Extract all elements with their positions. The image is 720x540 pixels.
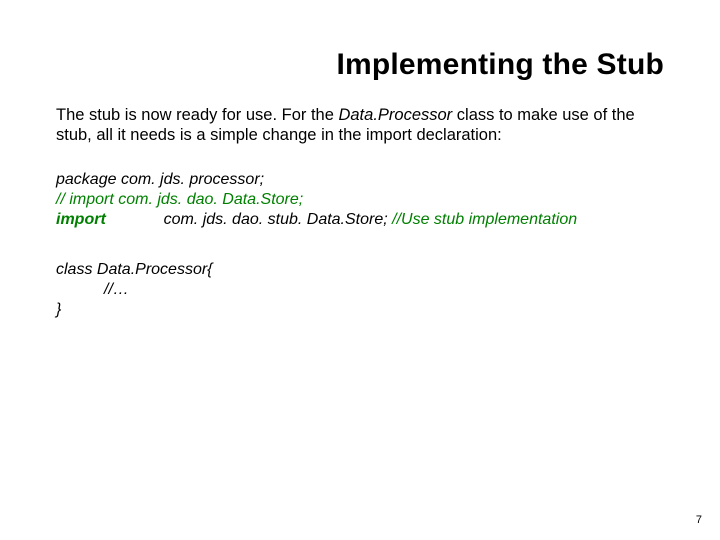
class-line-2: //…: [56, 280, 664, 300]
code-import-line: import com. jds. dao. stub. Data.Store; …: [56, 210, 664, 230]
class-code-block: class Data.Processor{ //… }: [56, 260, 664, 320]
intro-classname: Data.Processor: [338, 106, 452, 124]
code-import-path: com. jds. dao. stub. Data.Store;: [164, 211, 393, 228]
class-line-1: class Data.Processor{: [56, 260, 664, 280]
import-code-block: package com. jds. processor; // import c…: [56, 170, 664, 230]
code-commented-import: // import com. jds. dao. Data.Store;: [56, 190, 664, 210]
intro-part1: The stub is now ready for use. For the: [56, 106, 338, 124]
code-import-gap: [106, 210, 164, 230]
page-number: 7: [696, 514, 702, 526]
code-import-comment: //Use stub implementation: [392, 211, 577, 228]
slide-title: Implementing the Stub: [56, 48, 664, 82]
intro-paragraph: The stub is now ready for use. For the D…: [56, 106, 664, 146]
slide: Implementing the Stub The stub is now re…: [0, 0, 720, 540]
code-import-keyword: import: [56, 211, 106, 228]
class-line-3: }: [56, 300, 664, 320]
code-package: package com. jds. processor;: [56, 170, 664, 190]
